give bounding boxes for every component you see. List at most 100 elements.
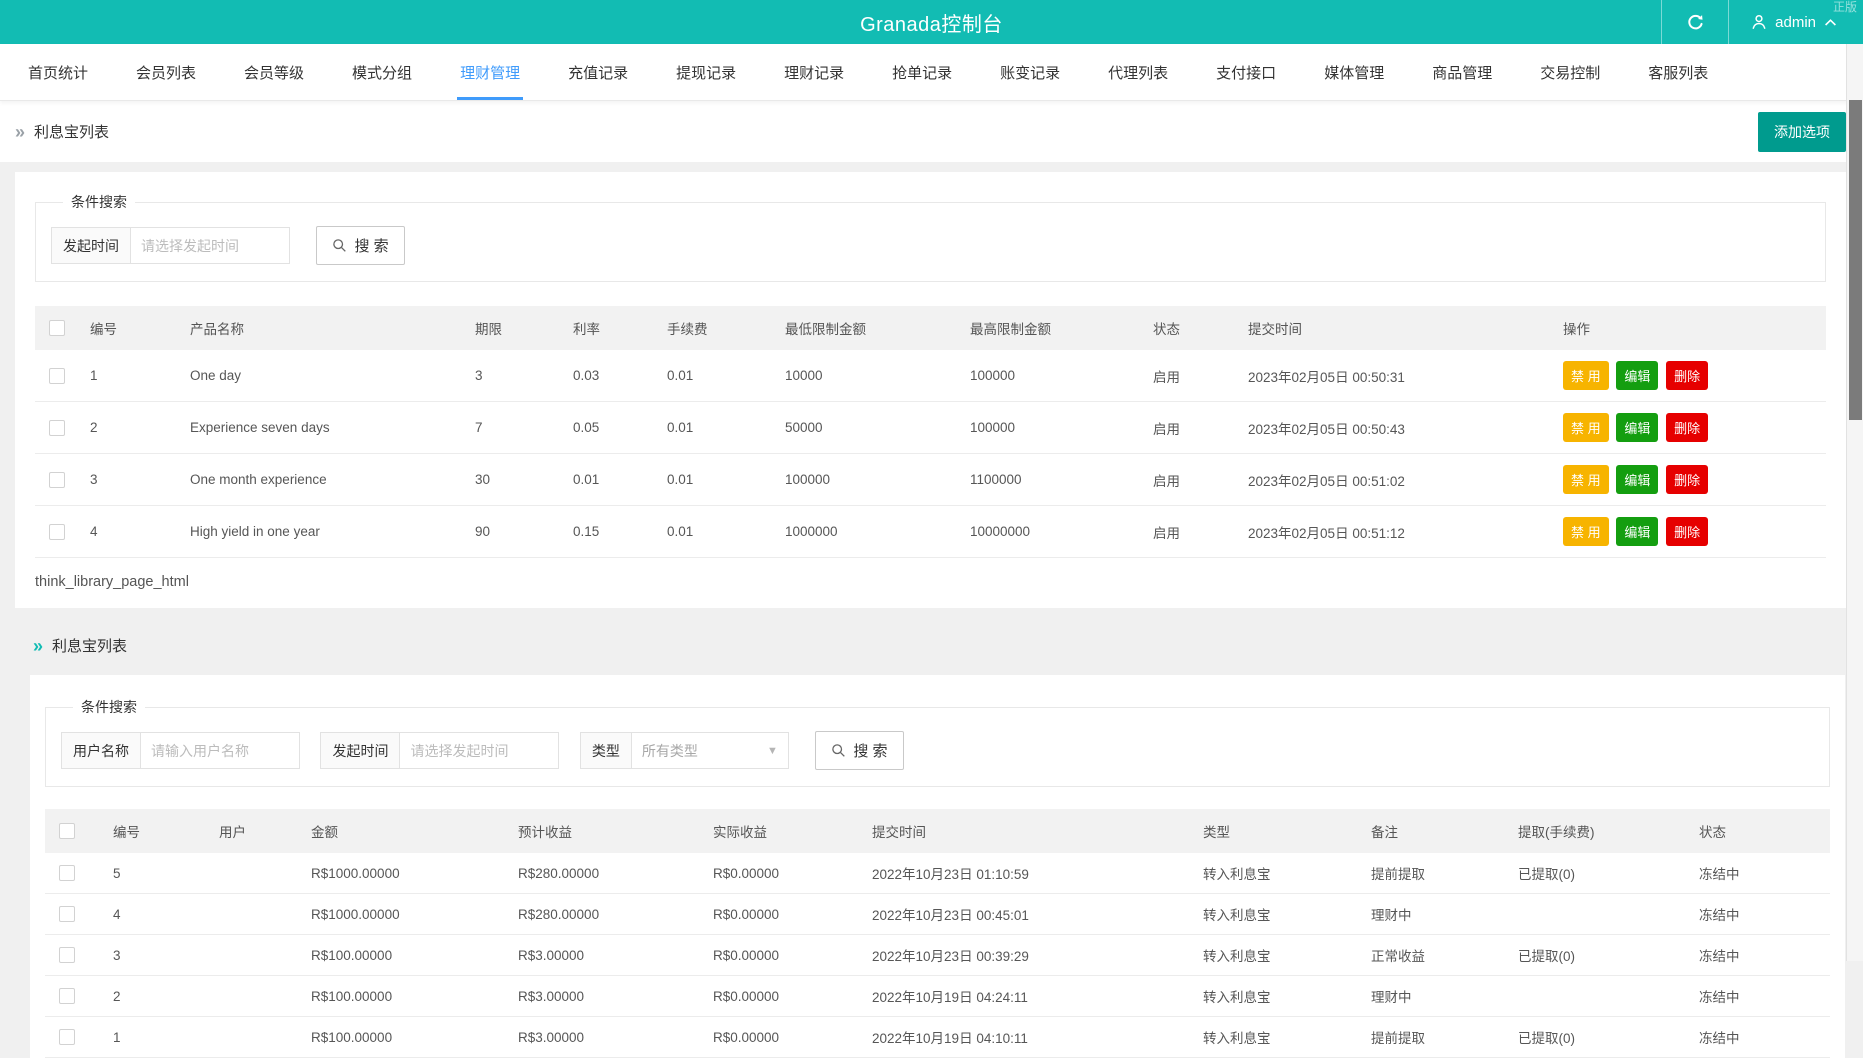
col-user: 用户 — [209, 809, 301, 853]
cell-type: 转入利息宝 — [1193, 935, 1361, 976]
scrollbar-thumb[interactable] — [1849, 100, 1862, 420]
date-filter-input[interactable] — [130, 227, 290, 264]
section-title: 利息宝列表 — [52, 635, 127, 656]
refresh-button[interactable] — [1662, 0, 1728, 44]
row-checkbox[interactable] — [49, 524, 65, 540]
select-all-checkbox[interactable] — [59, 823, 75, 839]
cell-withdraw — [1508, 894, 1689, 935]
table-row: 3 One month experience 30 0.01 0.01 1000… — [35, 454, 1826, 506]
tab-order-grab-records[interactable]: 抢单记录 — [868, 44, 976, 100]
row-checkbox[interactable] — [49, 368, 65, 384]
select-all-checkbox[interactable] — [49, 320, 65, 336]
tab-service-list[interactable]: 客服列表 — [1624, 44, 1732, 100]
cell-name: Experience seven days — [180, 402, 465, 454]
username-filter-input[interactable] — [140, 732, 300, 769]
cell-time: 2022年10月19日 04:10:11 — [862, 1017, 1193, 1058]
cell-time: 2022年10月19日 04:24:11 — [862, 976, 1193, 1017]
cell-time: 2022年10月23日 00:39:29 — [862, 935, 1193, 976]
cell-withdraw: 已提取(0) — [1508, 935, 1689, 976]
cell-rate: 0.05 — [563, 402, 657, 454]
edit-button[interactable]: 编辑 — [1616, 517, 1658, 546]
add-option-button[interactable]: 添加选项 — [1758, 112, 1846, 152]
tab-trade-control[interactable]: 交易控制 — [1516, 44, 1624, 100]
product-table-body: 1 One day 3 0.03 0.01 10000 100000 启用 20… — [35, 350, 1826, 558]
search-legend: 条件搜索 — [73, 697, 145, 717]
col-term: 期限 — [465, 306, 563, 350]
tab-home-stats[interactable]: 首页统计 — [4, 44, 112, 100]
edit-button[interactable]: 编辑 — [1616, 465, 1658, 494]
cell-status: 冻结中 — [1689, 1017, 1830, 1058]
product-table: 编号 产品名称 期限 利率 手续费 最低限制金额 最高限制金额 状态 提交时间 … — [35, 306, 1826, 558]
double-chevron-icon: » — [33, 637, 43, 655]
app-title: Granada控制台 — [0, 8, 1863, 37]
tab-mode-group[interactable]: 模式分组 — [328, 44, 436, 100]
date-filter-input[interactable] — [399, 732, 559, 769]
disable-button[interactable]: 禁 用 — [1563, 361, 1609, 390]
row-checkbox[interactable] — [59, 906, 75, 922]
tab-agent-list[interactable]: 代理列表 — [1084, 44, 1192, 100]
cell-id: 5 — [103, 853, 209, 894]
delete-button[interactable]: 删除 — [1666, 413, 1708, 442]
row-checkbox[interactable] — [49, 420, 65, 436]
search-button[interactable]: 搜 索 — [316, 226, 404, 265]
cell-status: 冻结中 — [1689, 853, 1830, 894]
search-button-label: 搜 索 — [853, 740, 887, 761]
cell-status: 启用 — [1143, 402, 1238, 454]
disable-button[interactable]: 禁 用 — [1563, 413, 1609, 442]
col-time: 提交时间 — [862, 809, 1193, 853]
delete-button[interactable]: 删除 — [1666, 465, 1708, 494]
cell-remark: 提前提取 — [1361, 1017, 1508, 1058]
user-menu[interactable]: admin — [1729, 0, 1863, 44]
search-legend: 条件搜索 — [63, 192, 135, 212]
tab-recharge-records[interactable]: 充值记录 — [544, 44, 652, 100]
tab-payment-api[interactable]: 支付接口 — [1192, 44, 1300, 100]
cell-status: 冻结中 — [1689, 894, 1830, 935]
cell-id: 4 — [103, 894, 209, 935]
disable-button[interactable]: 禁 用 — [1563, 465, 1609, 494]
disable-button[interactable]: 禁 用 — [1563, 517, 1609, 546]
tab-product-mgmt[interactable]: 商品管理 — [1408, 44, 1516, 100]
topbar-actions: admin — [1661, 0, 1863, 44]
row-checkbox[interactable] — [59, 988, 75, 1004]
delete-button[interactable]: 删除 — [1666, 517, 1708, 546]
cell-type: 转入利息宝 — [1193, 1017, 1361, 1058]
tab-member-level[interactable]: 会员等级 — [220, 44, 328, 100]
cell-term: 30 — [465, 454, 563, 506]
table-row: 1 One day 3 0.03 0.01 10000 100000 启用 20… — [35, 350, 1826, 402]
cell-time: 2023年02月05日 00:50:31 — [1238, 350, 1553, 402]
cell-max: 10000000 — [960, 506, 1143, 558]
edit-button[interactable]: 编辑 — [1616, 413, 1658, 442]
scrollbar[interactable] — [1846, 44, 1863, 961]
cell-max: 100000 — [960, 350, 1143, 402]
tab-finance-mgmt[interactable]: 理财管理 — [436, 44, 544, 100]
cell-id: 2 — [80, 402, 180, 454]
cell-type: 转入利息宝 — [1193, 894, 1361, 935]
cell-user — [209, 853, 301, 894]
type-filter-label: 类型 — [580, 732, 631, 769]
chevron-up-icon — [1824, 18, 1837, 27]
row-checkbox[interactable] — [59, 1029, 75, 1045]
row-checkbox[interactable] — [59, 865, 75, 881]
cell-id: 1 — [103, 1017, 209, 1058]
cell-actual: R$0.00000 — [703, 976, 862, 1017]
row-checkbox[interactable] — [49, 472, 65, 488]
tab-withdraw-records[interactable]: 提现记录 — [652, 44, 760, 100]
col-id: 编号 — [103, 809, 209, 853]
cell-expected: R$3.00000 — [508, 935, 703, 976]
product-table-header: 编号 产品名称 期限 利率 手续费 最低限制金额 最高限制金额 状态 提交时间 … — [35, 306, 1826, 350]
cell-name: High yield in one year — [180, 506, 465, 558]
tab-member-list[interactable]: 会员列表 — [112, 44, 220, 100]
delete-button[interactable]: 删除 — [1666, 361, 1708, 390]
tab-account-change-records[interactable]: 账变记录 — [976, 44, 1084, 100]
search-button[interactable]: 搜 索 — [815, 731, 903, 770]
person-icon — [1751, 14, 1767, 30]
edit-button[interactable]: 编辑 — [1616, 361, 1658, 390]
cell-term: 3 — [465, 350, 563, 402]
tab-finance-records[interactable]: 理财记录 — [760, 44, 868, 100]
date-filter-label: 发起时间 — [320, 732, 399, 769]
cell-fee: 0.01 — [657, 454, 775, 506]
tab-media-mgmt[interactable]: 媒体管理 — [1300, 44, 1408, 100]
col-actions: 操作 — [1553, 306, 1826, 350]
type-select[interactable]: 所有类型 ▼ — [631, 732, 789, 769]
cell-time: 2023年02月05日 00:51:12 — [1238, 506, 1553, 558]
